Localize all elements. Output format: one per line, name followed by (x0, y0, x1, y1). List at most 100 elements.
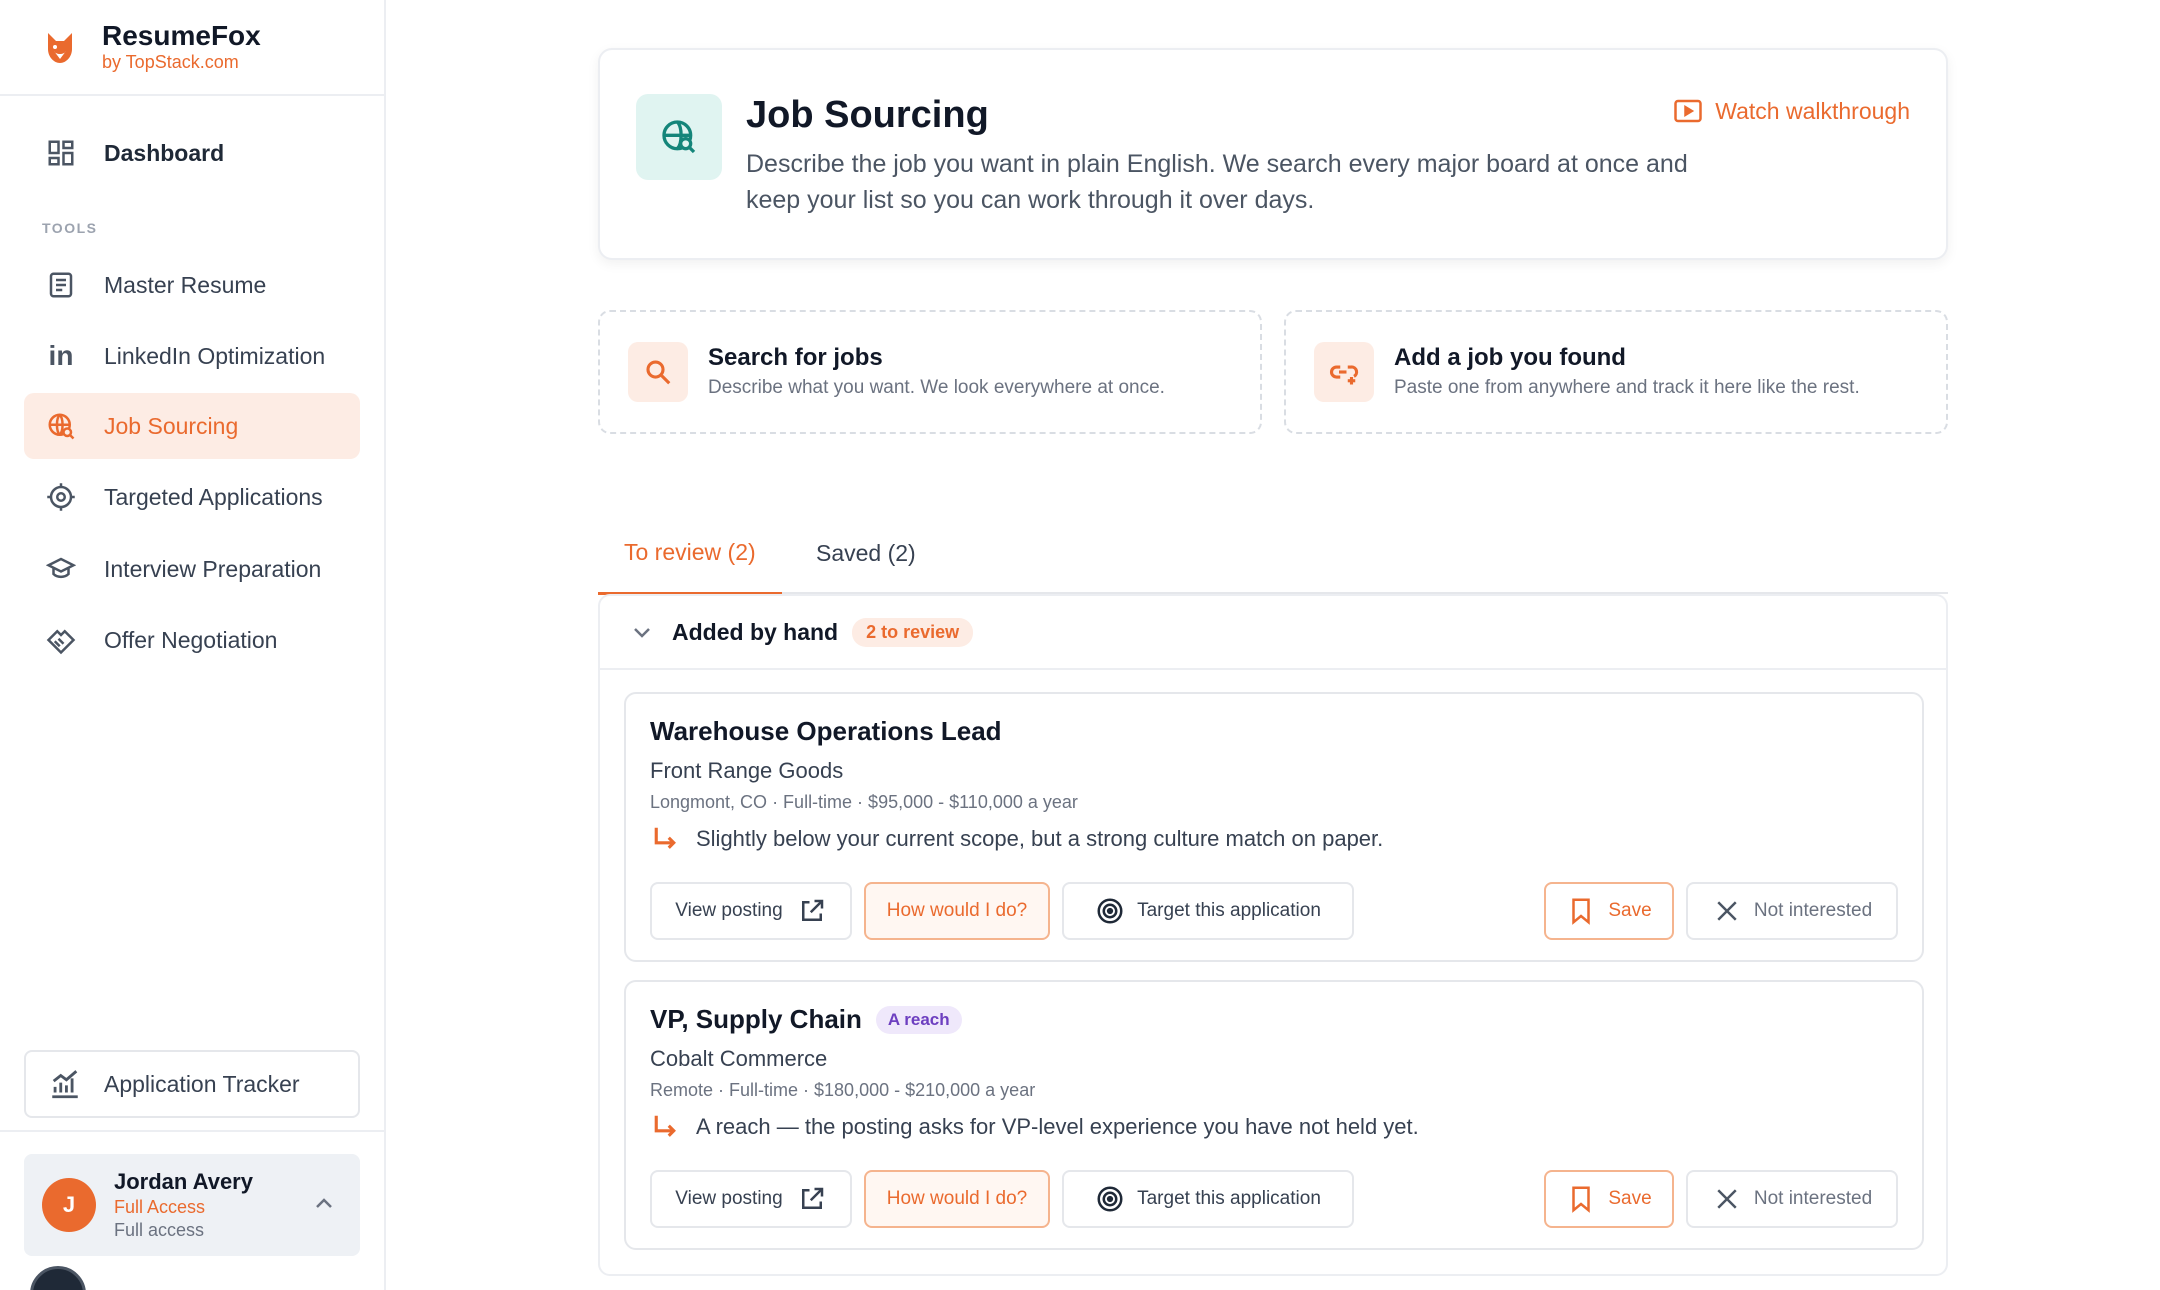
group-title: Added by hand (672, 618, 839, 645)
application-tracker-button[interactable]: Application Tracker (24, 1050, 360, 1118)
watch-walkthrough-link[interactable]: Watch walkthrough (1673, 96, 1910, 126)
add-job-card[interactable]: Add a job you found Paste one from anywh… (1284, 310, 1948, 434)
user-name: Jordan Avery (114, 1169, 253, 1194)
job-card: Warehouse Operations Lead Front Range Go… (624, 692, 1924, 962)
close-icon (1717, 901, 1737, 921)
user-plan: Full Access (114, 1197, 206, 1217)
tab-to-review[interactable]: To review (2) (598, 512, 782, 595)
job-title: Warehouse Operations Lead (650, 716, 1002, 746)
nav-linkedin-optimization[interactable]: in LinkedIn Optimization (24, 323, 360, 389)
graduation-cap-icon (44, 552, 78, 586)
application-tracker-label: Application Tracker (104, 1070, 300, 1097)
dashboard-icon (44, 136, 78, 170)
reach-badge: A reach (875, 1005, 962, 1034)
target-application-button[interactable]: Target this application (1062, 882, 1354, 940)
job-note-text: A reach — the posting asks for VP-level … (696, 1114, 1419, 1139)
save-button[interactable]: Save (1544, 882, 1674, 940)
target-icon (1097, 1186, 1123, 1212)
arrow-turn-down-right-icon (654, 1115, 676, 1137)
nav-targeted-applications[interactable]: Targeted Applications (24, 464, 360, 530)
nav-dashboard-label: Dashboard (104, 139, 225, 166)
nav-master-resume[interactable]: Master Resume (24, 252, 360, 318)
brand-subtitle: by TopStack.com (102, 52, 239, 72)
bookmark-icon (1572, 898, 1591, 925)
nav-dashboard[interactable]: Dashboard (24, 120, 360, 186)
sidebar-divider (0, 1130, 384, 1132)
how-would-i-do-button[interactable]: How would I do? (864, 882, 1050, 940)
action-title: Search for jobs (708, 344, 883, 371)
review-tabs: To review (2) Saved (2) (598, 512, 1948, 595)
save-label: Save (1608, 1188, 1652, 1209)
target-icon (1097, 898, 1123, 924)
external-link-icon (801, 1187, 823, 1209)
not-interested-label: Not interested (1753, 1188, 1873, 1209)
chevron-down-icon (634, 628, 650, 638)
save-button[interactable]: Save (1544, 1170, 1674, 1228)
group-header[interactable]: Added by hand 2 to review (600, 596, 1946, 670)
page-title: Job Sourcing (746, 94, 989, 136)
chart-icon (52, 1070, 78, 1099)
job-card: VP, Supply Chain A reach Cobalt Commerce… (624, 980, 1924, 1250)
play-icon (1674, 99, 1702, 123)
job-note: A reach — the posting asks for VP-level … (650, 1112, 1419, 1142)
nav-label: Interview Preparation (104, 555, 322, 582)
nav-label: Master Resume (104, 271, 267, 298)
document-icon (44, 268, 78, 302)
action-subtitle: Paste one from anywhere and track it her… (1394, 377, 1860, 398)
external-link-icon (801, 899, 823, 921)
sidebar: ResumeFox by TopStack.com Dashboard TOOL… (0, 0, 386, 1290)
nav-job-sourcing[interactable]: Job Sourcing (24, 393, 360, 459)
secondary-avatar[interactable] (30, 1266, 86, 1290)
nav-section-tools: TOOLS (42, 220, 98, 236)
search-icon (628, 342, 688, 402)
job-note: Slightly below your current scope, but a… (650, 824, 1383, 854)
job-meta: Longmont, CO · Full-time · $95,000 - $11… (650, 792, 1078, 812)
view-posting-label: View posting (675, 1188, 783, 1209)
job-meta: Remote · Full-time · $180,000 - $210,000… (650, 1080, 1036, 1100)
added-by-hand-group: Added by hand 2 to review Warehouse Oper… (598, 594, 1948, 1276)
action-title: Add a job you found (1394, 344, 1626, 371)
nav-label: Offer Negotiation (104, 626, 278, 653)
chevron-up-icon (316, 1198, 332, 1208)
job-company: Front Range Goods (650, 758, 844, 783)
bookmark-icon (1572, 1186, 1591, 1213)
save-label: Save (1608, 900, 1652, 921)
nav-offer-negotiation[interactable]: Offer Negotiation (24, 607, 360, 673)
action-subtitle: Describe what you want. We look everywhe… (708, 377, 1165, 398)
target-icon (44, 480, 78, 514)
page-description: Describe the job you want in plain Engli… (746, 150, 1688, 214)
search-for-jobs-card[interactable]: Search for jobs Describe what you want. … (598, 310, 1262, 434)
close-icon (1717, 1189, 1737, 1209)
linkedin-icon: in (48, 340, 74, 371)
nav-interview-preparation[interactable]: Interview Preparation (24, 536, 360, 602)
nav-label: Job Sourcing (104, 412, 239, 439)
job-note-text: Slightly below your current scope, but a… (696, 826, 1384, 851)
tab-saved[interactable]: Saved (2) (816, 512, 916, 594)
fox-logo-icon (48, 33, 72, 63)
view-posting-button[interactable]: View posting (650, 882, 852, 940)
review-count-badge: 2 to review (852, 617, 974, 647)
not-interested-button[interactable]: Not interested (1686, 1170, 1898, 1228)
how-would-i-do-button[interactable]: How would I do? (864, 1170, 1050, 1228)
arrow-turn-down-right-icon (654, 827, 676, 849)
globe-search-icon (636, 94, 722, 180)
main-content: Job Sourcing Describe the job you want i… (598, 48, 1948, 1276)
user-plan-detail: Full access (114, 1220, 205, 1240)
walkthrough-label: Watch walkthrough (1715, 97, 1910, 124)
link-add-icon (1314, 342, 1374, 402)
brand[interactable]: ResumeFox by TopStack.com (0, 0, 384, 96)
brand-name: ResumeFox (102, 20, 261, 51)
not-interested-label: Not interested (1753, 900, 1873, 921)
target-application-button[interactable]: Target this application (1062, 1170, 1354, 1228)
view-posting-button[interactable]: View posting (650, 1170, 852, 1228)
page-header-card: Job Sourcing Describe the job you want i… (598, 48, 1948, 260)
user-menu[interactable]: J Jordan Avery Full Access Full access (24, 1154, 360, 1256)
globe-search-icon (44, 409, 78, 443)
nav-label: LinkedIn Optimization (104, 342, 326, 369)
job-company: Cobalt Commerce (650, 1046, 828, 1071)
not-interested-button[interactable]: Not interested (1686, 882, 1898, 940)
target-label: Target this application (1137, 1188, 1321, 1209)
job-title: VP, Supply Chain (650, 1004, 862, 1034)
nav-label: Targeted Applications (104, 483, 323, 510)
view-posting-label: View posting (675, 900, 783, 921)
